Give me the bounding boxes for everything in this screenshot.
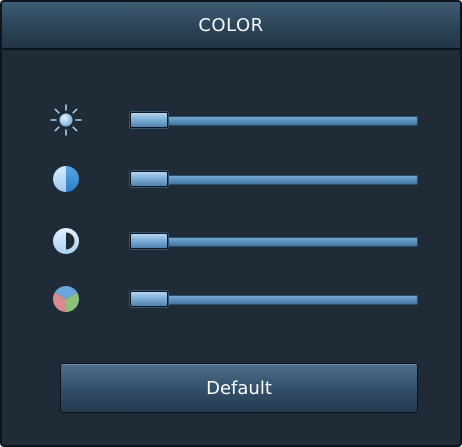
saturation-slider[interactable] bbox=[130, 291, 418, 307]
brightness-slider-track[interactable] bbox=[130, 116, 418, 126]
half-circle-icon bbox=[48, 161, 84, 197]
default-button-label: Default bbox=[206, 377, 272, 399]
default-button[interactable]: Default bbox=[60, 363, 418, 413]
gamma-row bbox=[2, 221, 460, 261]
saturation-slider-thumb[interactable] bbox=[130, 291, 168, 307]
brightness-row bbox=[2, 100, 460, 140]
color-wheel-icon bbox=[48, 281, 84, 317]
contrast-slider-thumb[interactable] bbox=[130, 171, 168, 187]
gamma-slider-track[interactable] bbox=[130, 237, 418, 247]
contrast-slider-track[interactable] bbox=[130, 175, 418, 185]
contrast-slider[interactable] bbox=[130, 171, 418, 187]
brightness-slider-thumb[interactable] bbox=[130, 112, 168, 128]
sun-icon bbox=[48, 102, 84, 138]
panel-header: COLOR bbox=[2, 2, 460, 50]
color-panel: COLOR Default bbox=[0, 0, 462, 447]
saturation-row bbox=[2, 279, 460, 319]
contrast-icon bbox=[48, 223, 84, 259]
gamma-slider[interactable] bbox=[130, 233, 418, 249]
brightness-slider[interactable] bbox=[130, 112, 418, 128]
gamma-slider-thumb[interactable] bbox=[130, 233, 168, 249]
contrast-row bbox=[2, 159, 460, 199]
saturation-slider-track[interactable] bbox=[130, 295, 418, 305]
panel-title: COLOR bbox=[198, 14, 264, 36]
